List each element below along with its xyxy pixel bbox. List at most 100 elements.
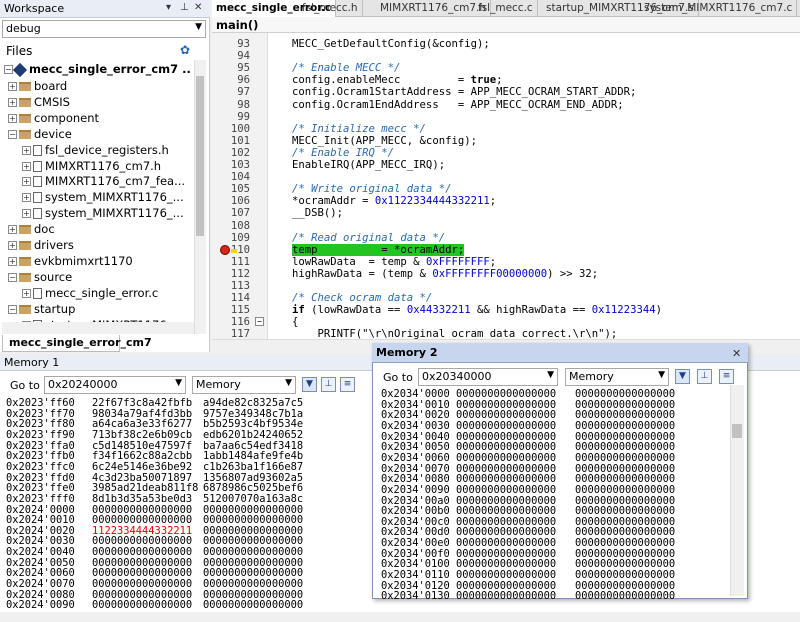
tab-file[interactable]: fsl_mecc.c — [474, 0, 538, 17]
code-line: 105 /* Write original data */ — [212, 183, 800, 195]
code-text: MECC_GetDefaultConfig(&config); — [292, 38, 490, 50]
memory2-autoupdate-icon[interactable]: ≡ — [719, 369, 734, 384]
gear-icon[interactable]: ✿ — [180, 43, 190, 57]
collapse-icon[interactable]: − — [8, 129, 17, 139]
configuration-select[interactable]: debug ▼ — [2, 20, 206, 38]
expand-icon[interactable]: + — [22, 177, 31, 187]
function-navigator[interactable]: main() — [212, 17, 800, 33]
expand-icon[interactable]: + — [8, 241, 17, 250]
memory2-scroll-thumb[interactable] — [732, 424, 742, 438]
code-line: 102 /* Enable IRQ */ — [212, 147, 800, 159]
tree-folder[interactable]: + CMSIS — [8, 94, 70, 110]
workspace-tab[interactable]: mecc_single_error_cm7 — [2, 335, 152, 352]
memory1-zone-select[interactable]: Memory ▼ — [192, 376, 296, 394]
memory-address: 0x2023'ffc0 — [6, 460, 75, 473]
code-text: /* Enable MECC */ — [292, 62, 401, 75]
line-number: 113 — [230, 280, 250, 292]
memory-value[interactable]: a94de82c8325a7c5 — [203, 398, 303, 409]
expand-icon[interactable]: + — [8, 97, 17, 107]
collapse-icon[interactable]: − — [8, 304, 17, 314]
memory-value[interactable]: 0000000000000000 — [575, 421, 675, 432]
code-editor[interactable]: 93 MECC_GetDefaultConfig(&config); 94 95 /* … — [212, 33, 800, 339]
line-number: 114 — [230, 292, 250, 305]
code-line: 100 /* Initialize mecc */ — [212, 123, 800, 135]
memory-value[interactable]: 0000000000000000 — [575, 389, 675, 400]
expand-icon[interactable]: + — [22, 161, 31, 171]
memory-value[interactable]: c1b263ba1f166e87 — [203, 462, 303, 473]
memory-value[interactable]: 0000000000000000 — [456, 421, 556, 432]
memory2-address-input[interactable]: 0x20340000 ▼ — [418, 368, 558, 386]
folder-icon — [19, 304, 31, 314]
memory-value[interactable]: 0000000000000000 — [92, 600, 192, 611]
tree-file[interactable]: + system_MIMXRT1176_... — [22, 189, 184, 205]
memory2-zone-select[interactable]: Memory ▼ — [565, 368, 669, 386]
fold-icon[interactable]: − — [255, 317, 264, 327]
memory1-zone-value: Memory — [196, 378, 241, 391]
line-number: 98 — [237, 98, 250, 111]
expand-icon[interactable]: + — [8, 82, 17, 91]
tree-folder[interactable]: + evkbmimxrt1170 — [8, 253, 133, 269]
tree-folder[interactable]: − device — [8, 126, 72, 142]
memory-value[interactable]: 6c24e5146e36be92 — [92, 462, 192, 473]
collapse-icon[interactable]: − — [8, 272, 17, 282]
memory-value[interactable]: 512007070a163a8c — [203, 494, 303, 505]
memory2-scrollbar[interactable] — [730, 385, 744, 596]
memory-address: 0x2034'0060 — [381, 451, 450, 464]
memory-address: 0x2034'0000 — [381, 388, 450, 400]
memory-address: 0x2023'ff60 — [6, 397, 75, 409]
tree-label: mecc_single_error.c — [45, 285, 159, 300]
memory-value[interactable]: edb6201b24240652 — [203, 430, 303, 441]
dropdown-icon[interactable]: ▾ — [166, 2, 171, 13]
memory-value[interactable]: 8d1b3d35a53be0d3 — [92, 494, 192, 505]
memory1-refresh-icon[interactable]: ▼ — [302, 377, 317, 392]
memory2-title[interactable]: Memory 2 — [372, 343, 748, 363]
memory-value[interactable]: 0000000000000000 — [456, 389, 556, 400]
line-number: 97 — [237, 86, 250, 99]
memory1-autoupdate-icon[interactable]: ≡ — [340, 377, 355, 392]
close-icon[interactable]: ✕ — [194, 2, 202, 13]
tree-project[interactable]: −mecc_single_error_cm7 ... ✓ — [4, 61, 192, 77]
memory-value[interactable]: 0000000000000000 — [575, 485, 675, 496]
memory-value[interactable]: 0000000000000000 — [203, 600, 303, 611]
tree-folder[interactable]: + drivers — [8, 237, 74, 253]
expand-icon[interactable]: + — [8, 256, 17, 266]
tree-file[interactable]: + system_MIMXRT1176_... — [22, 205, 184, 221]
breakpoint-icon[interactable] — [220, 244, 237, 255]
line-number: 111 — [230, 255, 250, 268]
expand-icon[interactable]: + — [22, 209, 31, 219]
memory-value[interactable]: 0000000000000000 — [456, 591, 556, 602]
tree-folder[interactable]: + doc — [8, 221, 55, 237]
tree-file[interactable]: + fsl_device_registers.h — [22, 142, 169, 158]
tree-folder[interactable]: − source — [8, 269, 72, 285]
workspace-scroll-thumb[interactable] — [196, 76, 204, 236]
tree-file[interactable]: + mecc_single_error.c — [22, 285, 158, 301]
tab-file[interactable]: fsl_mecc.h — [298, 0, 363, 17]
memory2-align-icon[interactable]: ⊥ — [697, 369, 712, 384]
memory-value[interactable]: 0000000000000000 — [456, 485, 556, 496]
expand-icon[interactable]: + — [8, 113, 17, 123]
close-icon[interactable]: ✕ — [732, 347, 744, 360]
expand-icon[interactable]: + — [22, 145, 31, 155]
memory-value[interactable]: 22f67f3c8a42fbfb — [92, 398, 192, 409]
code-text: __DSB(); — [292, 207, 344, 220]
expand-icon[interactable]: + — [22, 288, 31, 298]
tree-folder[interactable]: + component — [8, 110, 99, 126]
memory-value[interactable]: 713bf38c2e6b09cb — [92, 430, 192, 441]
line-number: 105 — [230, 183, 250, 196]
tab-file[interactable]: system_MIMXRT1176_cm7.c — [640, 0, 798, 17]
expand-icon[interactable]: + — [22, 193, 31, 203]
line-number: 106 — [230, 195, 250, 208]
memory-value[interactable]: 0000000000000000 — [575, 453, 675, 464]
memory1-align-icon[interactable]: ⊥ — [321, 377, 336, 392]
expand-icon[interactable]: + — [8, 225, 17, 235]
tree-folder[interactable]: + board — [8, 78, 67, 94]
tree-file[interactable]: + MIMXRT1176_cm7.h — [22, 158, 161, 174]
workspace-horizontal-scrollbar[interactable] — [2, 322, 194, 334]
memory-value[interactable]: 0000000000000000 — [575, 591, 675, 602]
tree-file[interactable]: + MIMXRT1176_cm7_fea... — [22, 173, 185, 189]
memory2-refresh-icon[interactable]: ▼ — [675, 369, 690, 384]
memory1-address-input[interactable]: 0x20240000 ▼ — [44, 376, 186, 394]
tree-folder[interactable]: − startup — [8, 301, 75, 317]
memory-value[interactable]: 0000000000000000 — [456, 453, 556, 464]
pin-icon[interactable]: ⊥ — [180, 2, 189, 13]
